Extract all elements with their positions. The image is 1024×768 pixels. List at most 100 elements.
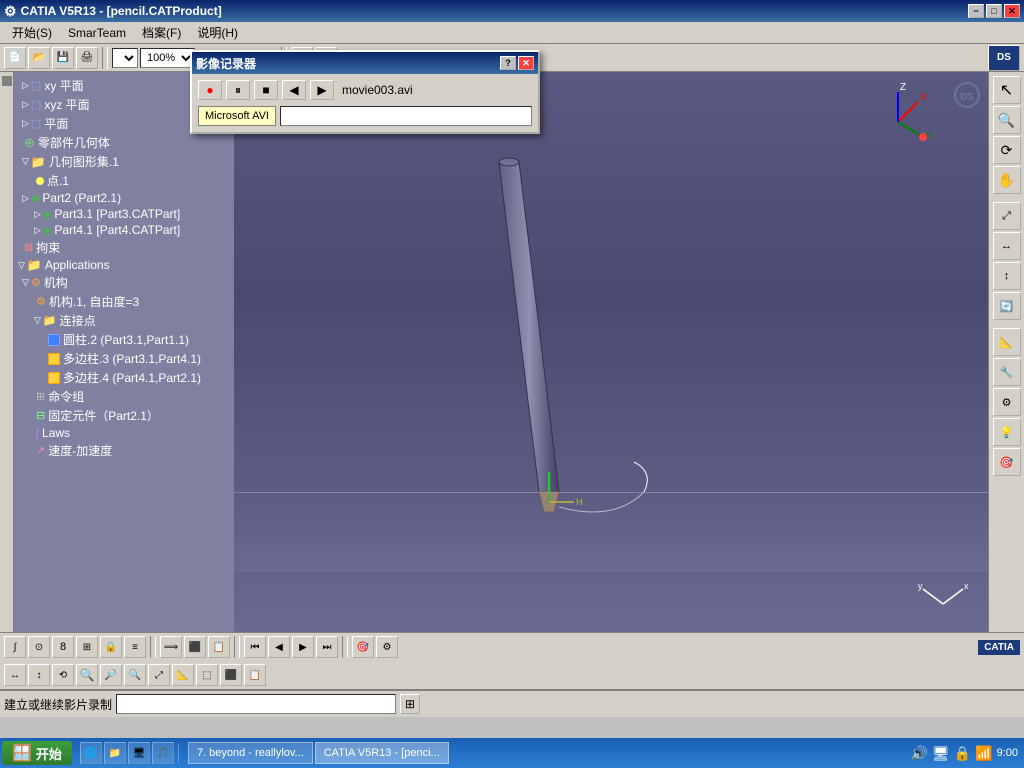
tree-item-prism3[interactable]: 多边柱.3 (Part3.1,Part4.1) bbox=[14, 349, 234, 368]
sim-btn-12[interactable]: ▶ bbox=[292, 636, 314, 658]
tree-item-constraint[interactable]: ⊠ 拘束 bbox=[14, 238, 234, 257]
format-label: Microsoft AVI bbox=[198, 106, 276, 126]
view-btn-10[interactable]: ⬛ bbox=[220, 664, 242, 686]
view-btn-7[interactable]: ⤢ bbox=[148, 664, 170, 686]
minimize-button[interactable]: − bbox=[968, 4, 984, 18]
pause-button[interactable]: ⏸ bbox=[226, 80, 250, 100]
dialog-title-buttons[interactable]: ? ✕ bbox=[500, 56, 534, 70]
tree-item-geometry[interactable]: ⊕ 零部件几何体 bbox=[14, 133, 234, 152]
tool-btn-3[interactable]: ↕ bbox=[993, 262, 1021, 290]
view-btn-2[interactable]: ↕ bbox=[28, 664, 50, 686]
tool-btn-6[interactable]: 🔧 bbox=[993, 358, 1021, 386]
dialog-help-button[interactable]: ? bbox=[500, 56, 516, 70]
sim-btn-1[interactable]: ∫ bbox=[4, 636, 26, 658]
tree-item-part2[interactable]: ▷ ◈ Part2 (Part2.1) bbox=[14, 190, 234, 206]
tree-item-prism4[interactable]: 多边柱.4 (Part4.1,Part2.1) bbox=[14, 368, 234, 387]
menu-start[interactable]: 开始(S) bbox=[4, 22, 60, 43]
sim-btn-13[interactable]: ⏭ bbox=[316, 636, 338, 658]
tool-btn-4[interactable]: 🔄 bbox=[993, 292, 1021, 320]
tree-item-speed[interactable]: ↗ 速度-加速度 bbox=[14, 441, 234, 460]
view-btn-8[interactable]: 📐 bbox=[172, 664, 194, 686]
svg-text:X: X bbox=[920, 92, 927, 103]
tool-btn-2[interactable]: ↔ bbox=[993, 232, 1021, 260]
status-icon-btn[interactable]: ⊞ bbox=[400, 694, 420, 714]
view-select[interactable] bbox=[112, 48, 138, 68]
start-button[interactable]: 🪟 开始 bbox=[2, 741, 72, 765]
sim-btn-15[interactable]: ⚙ bbox=[376, 636, 398, 658]
sim-btn-5[interactable]: 🔒 bbox=[100, 636, 122, 658]
floor-plane bbox=[234, 492, 988, 572]
view-btn-11[interactable]: 📋 bbox=[244, 664, 266, 686]
view-btn-4[interactable]: 🔍 bbox=[76, 664, 98, 686]
title-bar: ⚙ CATIA V5R13 - [pencil.CATProduct] − □ … bbox=[0, 0, 1024, 22]
maximize-button[interactable]: □ bbox=[986, 4, 1002, 18]
tree-item-commands[interactable]: ⊞ 命令组 bbox=[14, 387, 234, 406]
sim-btn-14[interactable]: 🎯 bbox=[352, 636, 374, 658]
stop-button[interactable]: ■ bbox=[254, 80, 278, 100]
play-button[interactable]: ▶ bbox=[310, 80, 334, 100]
zoom-select[interactable]: 100% bbox=[140, 48, 195, 68]
tool-btn-7[interactable]: ⚙ bbox=[993, 388, 1021, 416]
view-btn-9[interactable]: ⬚ bbox=[196, 664, 218, 686]
open-button[interactable]: 📂 bbox=[28, 47, 50, 69]
print-button[interactable]: 🖨 bbox=[76, 47, 98, 69]
rotate-btn[interactable]: ⟳ bbox=[993, 136, 1021, 164]
taskbar-desktop-icon[interactable]: 🖥 bbox=[128, 742, 150, 764]
tool-btn-9[interactable]: 🎯 bbox=[993, 448, 1021, 476]
sim-btn-9[interactable]: 📋 bbox=[208, 636, 230, 658]
compass-widget: X Y Z bbox=[858, 82, 938, 162]
tree-item-part4[interactable]: ▷ ◈ Part4.1 [Part4.CATPart] bbox=[14, 222, 234, 238]
taskbar-ie-icon[interactable]: 🌐 bbox=[80, 742, 102, 764]
tree-item-fixed[interactable]: ⊟ 固定元件（Part2.1） bbox=[14, 406, 234, 425]
status-input[interactable] bbox=[116, 694, 396, 714]
tool-btn-8[interactable]: 💡 bbox=[993, 418, 1021, 446]
tree-item-mechanism[interactable]: ▽ ⚙ 机构 bbox=[14, 273, 234, 292]
tree-item-laws[interactable]: ∫ Laws bbox=[14, 425, 234, 441]
taskbar-clock: 9:00 bbox=[997, 747, 1018, 759]
sim-btn-10[interactable]: ⏮ bbox=[244, 636, 266, 658]
tree-item-geomset[interactable]: ▽ 📁 几何图形集.1 bbox=[14, 152, 234, 171]
taskbar-media-icon[interactable]: 🎵 bbox=[152, 742, 174, 764]
zoom-btn[interactable]: 🔍 bbox=[993, 106, 1021, 134]
dialog-path-input[interactable] bbox=[280, 106, 532, 126]
tree-item-part3[interactable]: ▷ ◈ Part3.1 [Part3.CATPart] bbox=[14, 206, 234, 222]
sim-btn-3[interactable]: 8 bbox=[52, 636, 74, 658]
tree-item-mechanism-1[interactable]: ⚙ 机构.1, 自由度=3 bbox=[14, 292, 234, 311]
save-button[interactable]: 💾 bbox=[52, 47, 74, 69]
menu-smarteam[interactable]: SmarTeam bbox=[60, 24, 134, 42]
scroll-handle[interactable] bbox=[2, 76, 12, 86]
sim-btn-6[interactable]: ≡ bbox=[124, 636, 146, 658]
dialog-close-button[interactable]: ✕ bbox=[518, 56, 534, 70]
view-btn-3[interactable]: ⟲ bbox=[52, 664, 74, 686]
svg-text:DS: DS bbox=[960, 92, 974, 103]
new-button[interactable]: 📄 bbox=[4, 47, 26, 69]
window-title: CATIA V5R13 - [pencil.CATProduct] bbox=[21, 4, 222, 18]
view-btn-5[interactable]: 🔎 bbox=[100, 664, 122, 686]
tool-btn-5[interactable]: 📐 bbox=[993, 328, 1021, 356]
view-btn-1[interactable]: ↔ bbox=[4, 664, 26, 686]
sim-btn-7[interactable]: ⟹ bbox=[160, 636, 182, 658]
taskbar-folder-icon[interactable]: 📁 bbox=[104, 742, 126, 764]
rewind-button[interactable]: ◀ bbox=[282, 80, 306, 100]
title-bar-buttons[interactable]: − □ ✕ bbox=[968, 4, 1020, 18]
menu-file[interactable]: 档案(F) bbox=[134, 22, 189, 43]
sim-btn-2[interactable]: ⊙ bbox=[28, 636, 50, 658]
tool-btn-1[interactable]: ⤢ bbox=[993, 202, 1021, 230]
viewport[interactable]: X Y Z bbox=[234, 72, 988, 632]
taskbar-app-2[interactable]: CATIA V5R13 - [penci... bbox=[315, 742, 449, 764]
tree-item-applications[interactable]: ▽ 📁 Applications bbox=[14, 257, 234, 273]
tree-item-joints-folder[interactable]: ▽ 📁 连接点 bbox=[14, 311, 234, 330]
taskbar-app-1[interactable]: 7. beyond - reallylov... bbox=[188, 742, 313, 764]
select-btn[interactable]: ↖ bbox=[993, 76, 1021, 104]
sim-btn-4[interactable]: ⊞ bbox=[76, 636, 98, 658]
menu-help[interactable]: 说明(H) bbox=[189, 22, 246, 43]
pan-btn[interactable]: ✋ bbox=[993, 166, 1021, 194]
tree-item-cylinder[interactable]: 圆柱.2 (Part3.1,Part1.1) bbox=[14, 330, 234, 349]
right-toolbar: ↖ 🔍 ⟳ ✋ ⤢ ↔ ↕ 🔄 📐 🔧 ⚙ 💡 🎯 bbox=[988, 72, 1024, 632]
sim-btn-11[interactable]: ◀ bbox=[268, 636, 290, 658]
close-button[interactable]: ✕ bbox=[1004, 4, 1020, 18]
record-button[interactable]: ● bbox=[198, 80, 222, 100]
sim-btn-8[interactable]: ⬛ bbox=[184, 636, 206, 658]
view-btn-6[interactable]: 🔍 bbox=[124, 664, 146, 686]
tree-item-point[interactable]: 点.1 bbox=[14, 171, 234, 190]
